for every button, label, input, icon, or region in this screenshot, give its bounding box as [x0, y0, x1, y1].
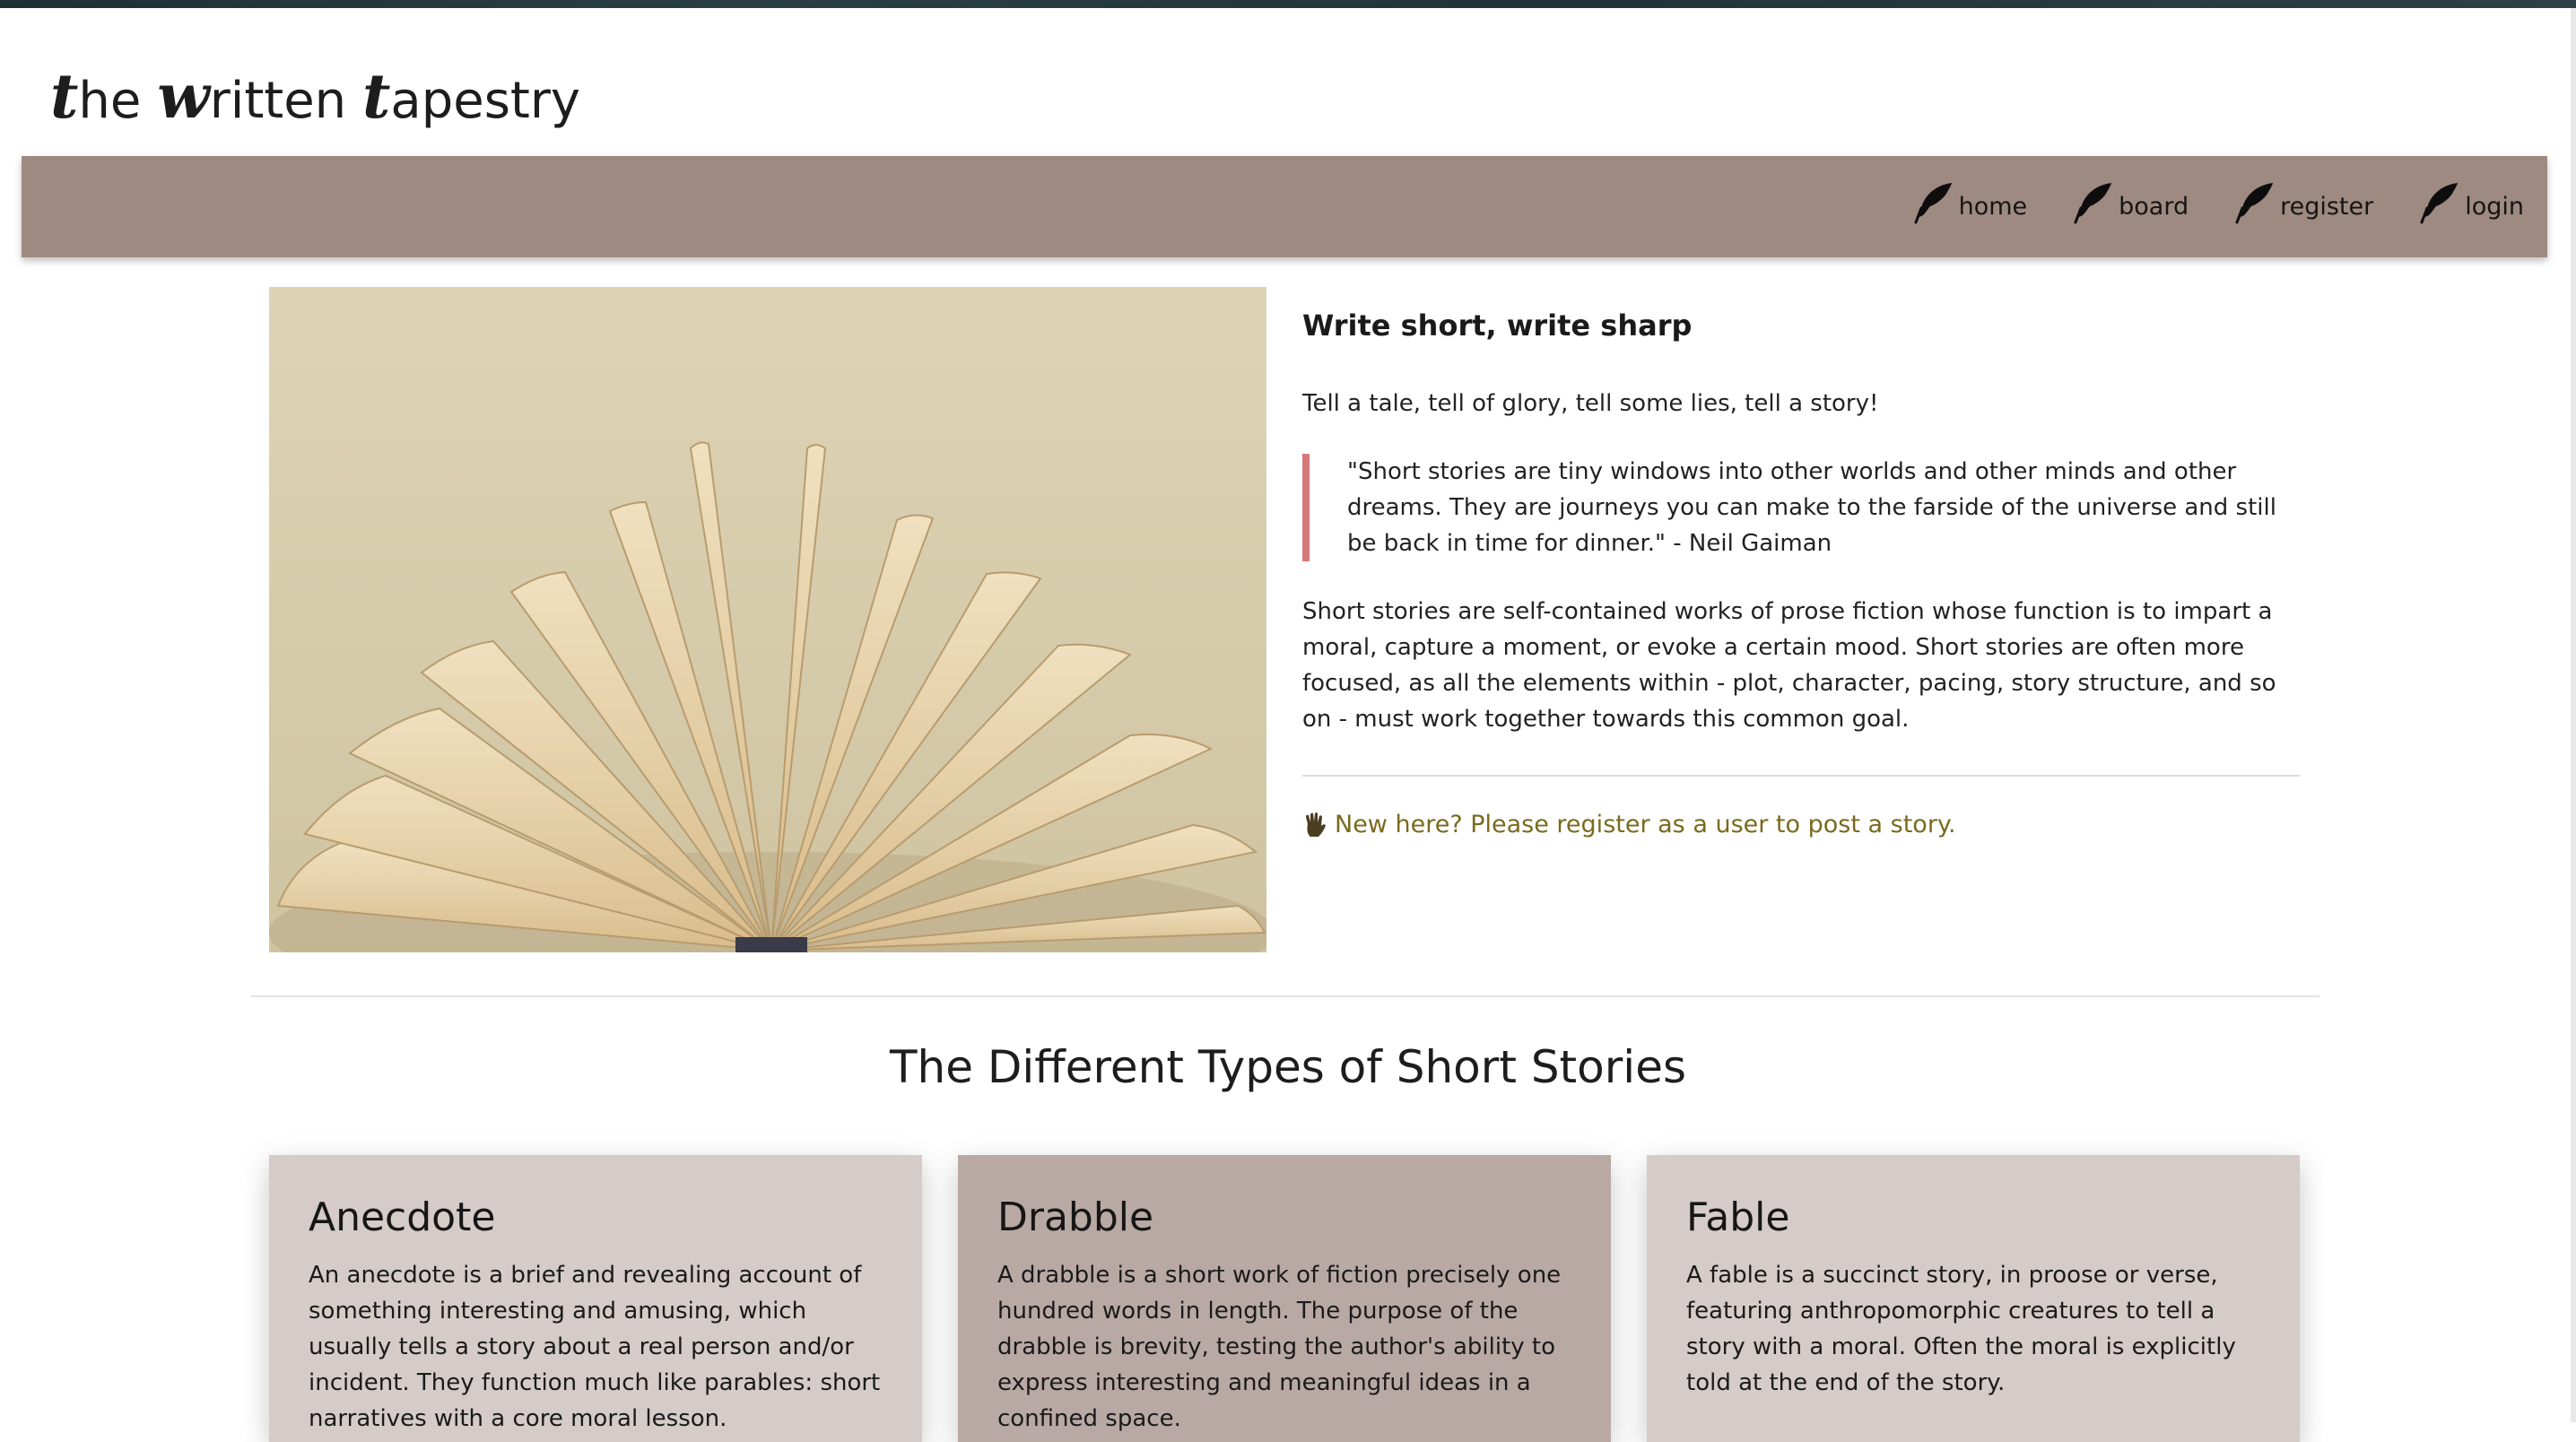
card-text: A fable is a succinct story, in proose o… [1686, 1262, 2236, 1396]
logo-text: he [78, 72, 142, 130]
hero-title: Write short, write sharp [1302, 308, 1693, 343]
quill-icon [1914, 183, 1952, 224]
open-book-image [269, 287, 1266, 952]
nav-label-register: register [2280, 193, 2374, 221]
card-title: Fable [1686, 1194, 1790, 1240]
quill-icon [2235, 183, 2274, 224]
logo-text: apestry [390, 72, 581, 130]
card-title: Anecdote [309, 1194, 496, 1240]
nav-item-register[interactable]: register [2235, 181, 2373, 224]
hero-body-text: Short stories are self-contained works o… [1302, 598, 2276, 733]
quill-icon [2420, 183, 2459, 224]
gaiman-quote: "Short stories are tiny windows into oth… [1302, 454, 2300, 561]
nav-item-board[interactable]: board [2074, 181, 2189, 224]
register-prompt-link[interactable]: New here? Please register as a user to p… [1302, 811, 2300, 838]
logo-text: ritten [209, 72, 347, 130]
card-anecdote: Anecdote An anecdote is a brief and reve… [269, 1155, 922, 1442]
top-banner-strip [0, 0, 2576, 8]
hero-divider [1302, 775, 2300, 777]
main-navbar: home board register login [22, 156, 2547, 257]
card-title: Drabble [997, 1194, 1154, 1240]
card-text: A drabble is a short work of fiction pre… [997, 1262, 1562, 1432]
hero-subtitle: Tell a tale, tell of glory, tell some li… [1302, 390, 1879, 417]
register-prompt-text: New here? Please register as a user to p… [1335, 811, 1956, 838]
logo-letter: w [157, 61, 210, 133]
hand-icon [1306, 812, 1326, 837]
nav-label-home: home [1958, 193, 2028, 221]
nav-list: home board register login [1914, 181, 2524, 224]
card-fable: Fable A fable is a succinct story, in pr… [1647, 1155, 2300, 1442]
site-logo[interactable]: the written tapestry [50, 59, 580, 139]
nav-item-home[interactable]: home [1914, 181, 2028, 224]
logo-letter: t [362, 61, 391, 133]
nav-label-login: login [2465, 193, 2524, 221]
card-text: An anecdote is a brief and revealing acc… [309, 1262, 881, 1432]
page-scrollbar[interactable] [2571, 8, 2576, 1422]
nav-label-board: board [2119, 193, 2189, 221]
section-divider [251, 995, 2319, 997]
quill-icon [2074, 183, 2112, 224]
hero-content: Write short, write sharp Tell a tale, te… [1302, 303, 2300, 838]
types-section-title: The Different Types of Short Stories [889, 1041, 1687, 1093]
nav-item-login[interactable]: login [2420, 181, 2524, 224]
logo-letter: t [50, 61, 79, 133]
card-drabble: Drabble A drabble is a short work of fic… [958, 1155, 1611, 1442]
